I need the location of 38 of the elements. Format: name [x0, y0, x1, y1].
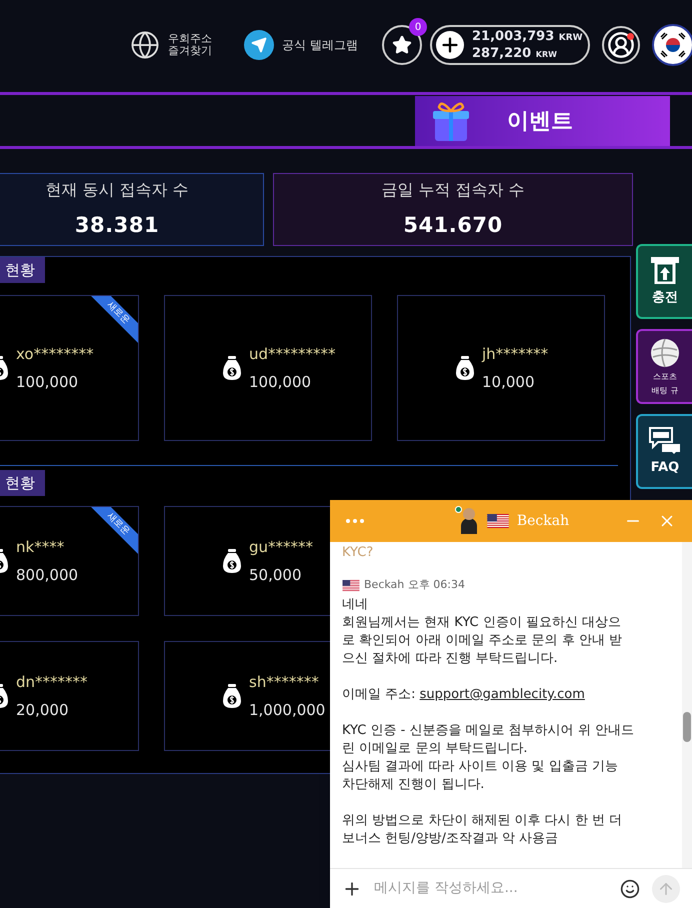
user-name: dn*******: [16, 672, 88, 692]
win-amount: 100,000: [16, 372, 80, 392]
user-name: ud*********: [249, 344, 336, 364]
stat-label: 금일 누적 접속자 수: [381, 178, 525, 201]
section-title: 현황: [0, 257, 45, 283]
win-amount: 100,000: [249, 372, 312, 392]
message-input[interactable]: 메시지를 작성하세요...: [374, 878, 608, 899]
user-name: xo********: [16, 344, 94, 364]
section-title: 현황: [0, 470, 45, 496]
user-name: nk****: [16, 537, 66, 557]
message-meta: Beckah 오후 06:34: [364, 577, 465, 593]
stat-value: 38.381: [74, 212, 160, 239]
stat-label: 현재 동시 접속자 수: [45, 178, 189, 201]
user-name: jh*******: [482, 344, 548, 364]
event-tab[interactable]: 이벤트: [415, 96, 670, 146]
chat-message: 위의 방법으로 차단이 해제된 이후 다시 한 번 더 보너스 헌팅/양방/조작결과 악 사용금: [342, 812, 624, 848]
email-link[interactable]: support@gamblecity.com: [420, 687, 585, 702]
telegram-link[interactable]: 공식 텔레그램: [244, 30, 358, 60]
bypass-address-link[interactable]: 우회주소 즐겨찾기: [130, 30, 212, 60]
win-amount: 20,000: [16, 700, 70, 720]
side-menu-button[interactable]: FAQ: [636, 414, 692, 489]
user-name: sh*******: [249, 672, 320, 692]
win-amount: 10,000: [482, 372, 536, 392]
chat-message: KYC?: [342, 544, 374, 562]
agent-name: Beckah: [516, 512, 570, 530]
side-menu-button[interactable]: 스포츠 배팅 규: [636, 329, 692, 404]
bonus-amount: 287,220 KRW: [472, 46, 558, 62]
chat-message: 이메일 주소: support@gamblecity.com: [342, 686, 586, 704]
win-amount: 800,000: [16, 565, 78, 585]
chat-message: 네네 회원님께서는 현재 KYC 인증이 필요하신 대상으로 확인되어 아래 이메일 주소로 문의 후 안내 받으신 절차에 따라 진행 부탁드립니다.: [342, 596, 624, 668]
stat-value: 541.670: [403, 212, 503, 239]
balance-amount: 21,003,793 KRW: [472, 28, 583, 46]
win-amount: 50,000: [249, 565, 302, 585]
user-name: gu******: [249, 537, 314, 557]
win-amount: 1,000,000: [249, 700, 326, 720]
count-badge: 0: [409, 18, 427, 36]
chat-message: KYC 인증 - 신분증을 메일로 첨부하시어 위 안내드린 이메일로 문의 부탁드립니다. 심사팀 결과에 따라 사이트 이용 및 입출금 기능 차단해제 진행이 됩니다.: [342, 722, 635, 794]
side-menu-button[interactable]: 충전: [636, 244, 692, 319]
